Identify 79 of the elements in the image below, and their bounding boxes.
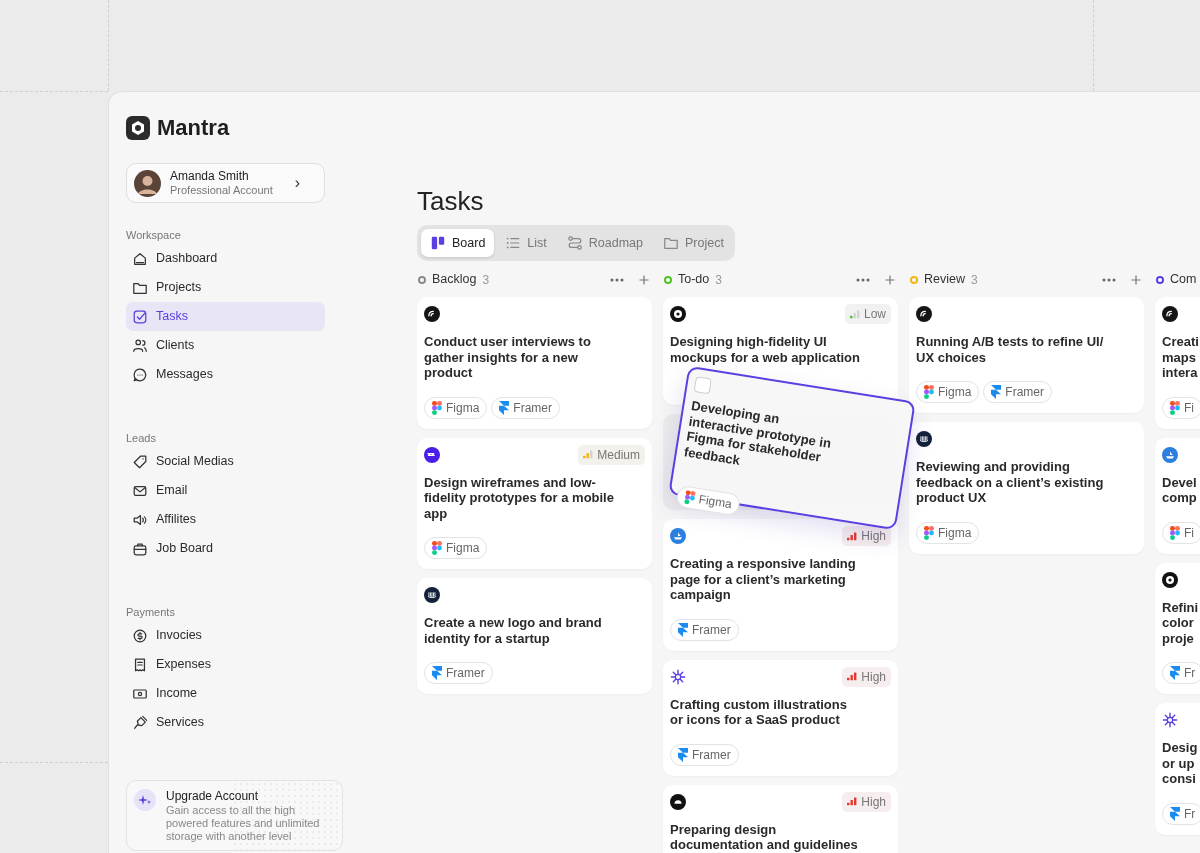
priority-badge: High (842, 666, 891, 687)
tool-tag: Fi (1162, 396, 1200, 419)
task-card[interactable]: Refini color proje Fr (1155, 562, 1200, 694)
upgrade-title: Upgrade Account (166, 789, 260, 804)
task-title: Creati maps intera (1162, 334, 1200, 381)
sidebar-item[interactable]: Job Board (126, 534, 325, 563)
tool-tag: Framer (670, 618, 739, 641)
tool-tag: Figma (916, 521, 980, 544)
task-title: Refini color proje (1162, 599, 1200, 646)
task-card[interactable]: High Preparing design documentation and guidelines (663, 784, 898, 853)
section-heading: Workspace (126, 228, 182, 243)
task-title: Create a new logo and brand identity for a startup (424, 615, 603, 646)
tool-tag: Fi (1162, 521, 1200, 544)
task-card[interactable]: Conduct user interviews to gather insights for a new product Figma Framer (417, 297, 652, 429)
task-title: Desig or up consi (1162, 740, 1199, 787)
tool-tag: Framer (491, 396, 560, 419)
sidebar-item[interactable]: Expenses (126, 650, 325, 679)
task-title: Creating a responsive landing page for a client’s marketing campaign (670, 556, 857, 603)
sidebar-item[interactable]: Social Medias (126, 447, 325, 476)
task-title: Crafting custom illustrations or icons for a SaaS product (670, 696, 848, 728)
chevron-icon: › (294, 171, 300, 195)
priority-badge: High (842, 526, 891, 546)
view-tab[interactable]: Board (421, 229, 495, 257)
column-count: 3 (482, 271, 490, 289)
task-card[interactable]: Desig or up consi Fr (1155, 703, 1200, 835)
section-heading: Payments (126, 605, 176, 620)
task-title: Design wireframes and low-fidelity prototypes for a mobile app (424, 474, 614, 521)
tool-tag: Framer (983, 381, 1052, 403)
sidebar-item[interactable]: Email (126, 476, 325, 505)
task-title: Designing high-fidelity UI mockups for a web application (670, 334, 860, 365)
tool-tag: Fr (1162, 802, 1200, 825)
sidebar-item[interactable]: Messages (126, 360, 325, 389)
column-title: Backlog (432, 271, 477, 289)
column-title: To-do (678, 271, 710, 289)
task-card[interactable]: High Creating a responsive landing page for a client’s marketing campaign Framer (663, 519, 898, 651)
column-title: Review (924, 271, 965, 289)
column-title: Com (1170, 271, 1197, 289)
task-title: Preparing design documentation and guidelines (670, 821, 859, 853)
tool-tag: Figma (424, 537, 488, 559)
column-count: 3 (971, 271, 978, 289)
task-title: Reviewing and providing feedback on a client’s existing product UX (916, 459, 1105, 506)
priority-badge: Medium (578, 444, 645, 465)
view-tab[interactable]: Project (654, 229, 733, 257)
task-card[interactable]: Creati maps intera Fi (1155, 297, 1200, 429)
task-card[interactable]: Reviewing and providing feedback on a client’s existing product UX Figma (909, 422, 1144, 554)
profile-subtitle: Professional Account (170, 183, 274, 198)
upgrade-card[interactable]: Upgrade Account Gain access to all the high powered features and unlimited storage with another level (126, 780, 343, 851)
tool-tag: Framer (670, 743, 739, 766)
task-title: Conduct user interviews to gather insights for a new product (424, 334, 592, 381)
profile-card[interactable]: Amanda Smith Professional Account › (126, 163, 325, 203)
task-card[interactable]: Running A/B tests to refine UI/ UX choices Figma Framer (909, 297, 1144, 413)
sidebar-item[interactable]: Tasks (126, 302, 325, 331)
section-heading: Leads (126, 431, 157, 446)
priority-badge: High (842, 791, 891, 812)
task-card[interactable]: High Crafting custom illustrations or icons for a SaaS product Framer (663, 659, 898, 776)
tool-tag: Figma (424, 396, 488, 419)
priority-badge: Low (845, 304, 891, 324)
sidebar-item[interactable]: Income (126, 679, 325, 708)
sidebar-item[interactable]: Clients (126, 331, 325, 360)
task-card[interactable]: Create a new logo and brand identity for a startup Framer (417, 578, 652, 694)
sidebar-item[interactable]: Projects (126, 273, 325, 302)
task-card[interactable]: Devel comp Fi (1155, 437, 1200, 554)
sidebar-item[interactable]: Invocies (126, 621, 325, 650)
sidebar-item[interactable]: Affilites (126, 505, 325, 534)
tool-tag: Framer (424, 662, 493, 684)
tool-tag: Fr (1162, 662, 1200, 684)
profile-name: Amanda Smith (170, 168, 250, 184)
upgrade-description: Gain access to all the high powered features and unlimited storage with another level (166, 804, 321, 843)
task-card[interactable]: Medium Design wireframes and low-fidelity prototypes for a mobile app Figma (417, 437, 652, 569)
view-tab[interactable]: Roadmap (557, 229, 652, 257)
page-title: Tasks (417, 185, 485, 217)
sidebar-item[interactable]: Services (126, 708, 325, 737)
sidebar-item[interactable]: Dashboard (126, 244, 325, 273)
task-title: Running A/B tests to refine UI/ UX choices (916, 334, 1105, 365)
view-tab[interactable]: List (496, 229, 556, 257)
tool-tag: Figma (916, 381, 980, 403)
app-name: Mantra (157, 114, 230, 142)
task-title: Devel comp (1162, 474, 1198, 506)
column-count: 3 (715, 271, 722, 289)
